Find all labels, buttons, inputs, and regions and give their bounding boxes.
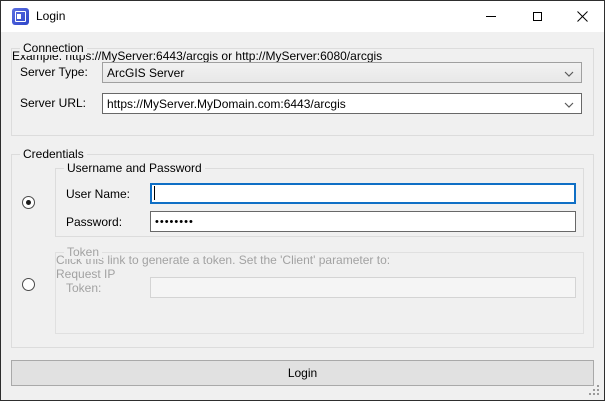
server-type-dropdown[interactable]: ArcGIS Server: [102, 62, 582, 83]
login-button-label: Login: [288, 366, 317, 380]
maximize-button[interactable]: [514, 1, 560, 32]
connection-group-legend: Connection: [20, 42, 87, 55]
token-radio[interactable]: [22, 278, 35, 291]
token-input: [150, 277, 576, 298]
text-caret: [154, 186, 155, 200]
credentials-group: Credentials Username and Password User N…: [11, 154, 594, 348]
server-url-value: https://MyServer.MyDomain.com:6443/arcgi…: [107, 97, 346, 111]
server-url-example-text: Example: https://MyServer:6443/arcgis or…: [12, 49, 593, 63]
user-name-input[interactable]: [150, 183, 576, 204]
resize-grip[interactable]: [588, 384, 601, 397]
user-name-label: User Name:: [66, 187, 130, 201]
token-group-legend: Token: [64, 246, 102, 259]
password-input[interactable]: [150, 211, 576, 232]
maximize-icon: [533, 12, 542, 21]
user-name-field-wrap: [150, 183, 576, 204]
login-button[interactable]: Login: [11, 360, 594, 386]
chevron-down-icon: [564, 102, 574, 108]
username-password-group: Username and Password User Name: Passwor…: [55, 168, 584, 237]
app-form-icon: [12, 8, 29, 25]
username-password-legend: Username and Password: [64, 162, 205, 175]
password-label: Password:: [66, 215, 122, 229]
titlebar: Login: [1, 1, 604, 32]
login-dialog: Login Connection Server Type: ArcGIS Ser…: [0, 0, 605, 401]
password-field-wrap: [150, 211, 576, 232]
username-password-radio[interactable]: [22, 196, 35, 209]
minimize-icon: [486, 16, 496, 17]
window-title: Login: [36, 9, 65, 23]
credentials-group-legend: Credentials: [20, 148, 87, 161]
server-url-combobox[interactable]: https://MyServer.MyDomain.com:6443/arcgi…: [102, 93, 582, 114]
token-label: Token:: [66, 281, 101, 295]
token-field-wrap: [150, 277, 576, 298]
close-icon: [577, 11, 588, 22]
connection-group: Connection Server Type: ArcGIS Server Se…: [11, 48, 594, 136]
token-link-text: Click this link to generate a token. Set…: [56, 253, 583, 267]
minimize-button[interactable]: [468, 1, 514, 32]
close-button[interactable]: [560, 1, 605, 32]
chevron-down-icon: [564, 71, 574, 77]
server-type-value: ArcGIS Server: [107, 66, 184, 80]
token-group: Token Token: Click this link to generate…: [55, 252, 584, 334]
server-url-label: Server URL:: [20, 96, 86, 110]
server-type-label: Server Type:: [20, 65, 88, 79]
